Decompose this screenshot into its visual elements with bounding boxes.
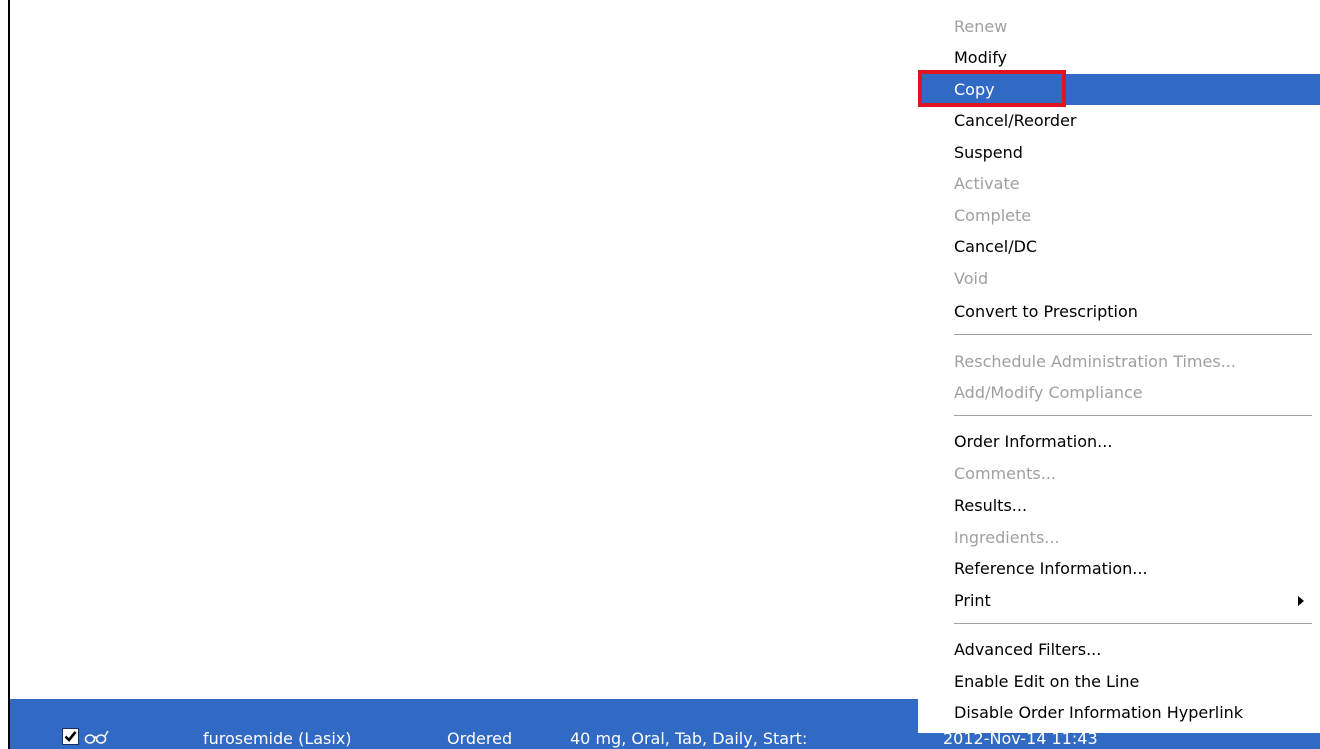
menu-item-results[interactable]: Results... (918, 490, 1320, 521)
menu-item-modify[interactable]: Modify (918, 42, 1320, 73)
glasses-icon (84, 729, 110, 749)
menu-item-cancel-dc[interactable]: Cancel/DC (918, 231, 1320, 262)
menu-item-cancel-reorder[interactable]: Cancel/Reorder (918, 105, 1320, 136)
annotation-highlight-box (918, 70, 1066, 107)
menu-item-order-information[interactable]: Order Information... (918, 426, 1320, 457)
order-status: Ordered (447, 729, 513, 748)
menu-item-print[interactable]: Print (918, 585, 1320, 616)
menu-item-void: Void (954, 269, 989, 288)
menu-item-advanced-filters[interactable]: Advanced Filters... (918, 634, 1320, 665)
menu-item-renew: Renew (954, 17, 1008, 36)
order-checkbox[interactable] (62, 728, 79, 745)
medication-name[interactable]: furosemide (Lasix) (203, 729, 352, 749)
menu-item-add-modify-compliance: Add/Modify Compliance (954, 383, 1143, 402)
menu-item-disable-order-information-hyperlink[interactable]: Disable Order Information Hyperlink (918, 697, 1320, 728)
menu-item-complete: Complete (954, 206, 1032, 225)
menu-item-suspend[interactable]: Suspend (918, 137, 1320, 168)
menu-item-enable-edit-on-the-line[interactable]: Enable Edit on the Line (918, 666, 1320, 697)
menu-item-reschedule-administration-times: Reschedule Administration Times... (954, 352, 1236, 371)
menu-separator (954, 623, 1312, 625)
menu-item-convert-to-prescription[interactable]: Convert to Prescription (918, 296, 1320, 327)
order-details: 40 mg, Oral, Tab, Daily, Start: (570, 729, 808, 748)
context-menu: Renew Modify Copy Cancel/Reorder Suspend… (918, 0, 1320, 733)
menu-item-print-label: Print (954, 591, 991, 610)
menu-separator (954, 415, 1312, 417)
window-left-border (8, 0, 10, 749)
check-mark-icon (64, 731, 77, 742)
menu-item-ingredients: Ingredients... (954, 528, 1060, 547)
menu-separator (954, 334, 1312, 336)
menu-item-comments: Comments... (954, 464, 1056, 483)
submenu-arrow-icon (1298, 596, 1304, 606)
menu-item-reference-information[interactable]: Reference Information... (918, 553, 1320, 584)
menu-item-activate: Activate (954, 174, 1020, 193)
